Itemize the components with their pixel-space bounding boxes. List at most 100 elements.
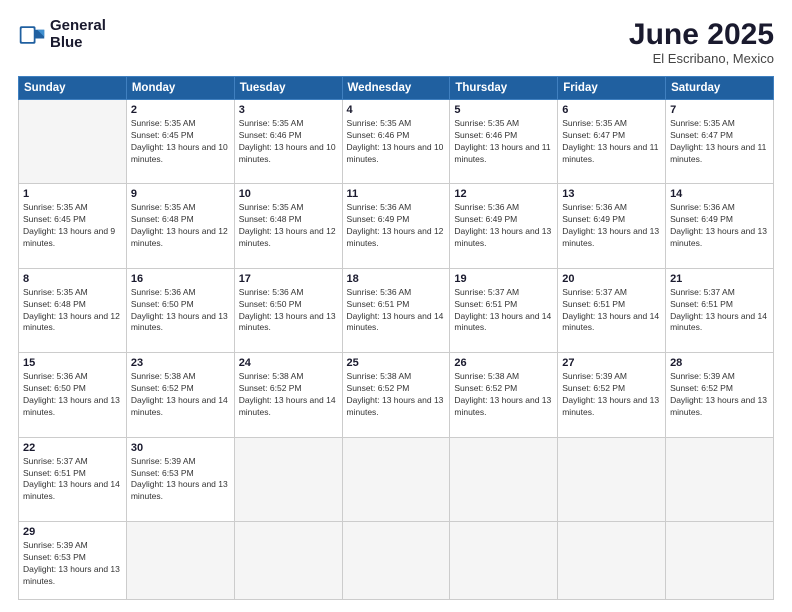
table-row: 25 Sunrise: 5:38 AMSunset: 6:52 PMDayligh… <box>342 353 450 437</box>
day-info: Sunrise: 5:37 AMSunset: 6:51 PMDaylight:… <box>23 456 122 504</box>
day-number: 13 <box>562 188 661 200</box>
day-number: 5 <box>454 104 553 116</box>
day-number: 7 <box>670 104 769 116</box>
day-info: Sunrise: 5:38 AMSunset: 6:52 PMDaylight:… <box>239 371 338 419</box>
table-row <box>234 437 342 521</box>
day-info: Sunrise: 5:36 AMSunset: 6:50 PMDaylight:… <box>239 287 338 335</box>
day-info: Sunrise: 5:38 AMSunset: 6:52 PMDaylight:… <box>454 371 553 419</box>
logo-line2: Blue <box>50 35 106 52</box>
col-thursday: Thursday <box>450 77 558 100</box>
day-number: 6 <box>562 104 661 116</box>
table-row: 11 Sunrise: 5:36 AMSunset: 6:49 PMDayligh… <box>342 184 450 268</box>
col-wednesday: Wednesday <box>342 77 450 100</box>
day-info: Sunrise: 5:35 AMSunset: 6:48 PMDaylight:… <box>131 202 230 250</box>
day-info: Sunrise: 5:36 AMSunset: 6:49 PMDaylight:… <box>454 202 553 250</box>
day-info: Sunrise: 5:37 AMSunset: 6:51 PMDaylight:… <box>562 287 661 335</box>
table-row: 12Sunrise: 5:36 AMSunset: 6:49 PMDayligh… <box>450 184 558 268</box>
day-info: Sunrise: 5:36 AMSunset: 6:49 PMDaylight:… <box>347 202 446 250</box>
day-number: 26 <box>454 357 553 369</box>
day-info: Sunrise: 5:38 AMSunset: 6:52 PMDaylight:… <box>131 371 230 419</box>
day-number: 16 <box>131 273 230 285</box>
col-saturday: Saturday <box>666 77 774 100</box>
day-number: 2 <box>131 104 230 116</box>
calendar-week-row: 8 Sunrise: 5:35 AMSunset: 6:48 PMDaylight… <box>19 268 774 352</box>
table-row <box>342 437 450 521</box>
table-row: 1 Sunrise: 5:35 AMSunset: 6:45 PMDaylight… <box>19 184 127 268</box>
day-info: Sunrise: 5:37 AMSunset: 6:51 PMDaylight:… <box>454 287 553 335</box>
table-row: 27Sunrise: 5:39 AMSunset: 6:52 PMDayligh… <box>558 353 666 437</box>
day-info: Sunrise: 5:35 AMSunset: 6:45 PMDaylight:… <box>23 202 122 250</box>
title-block: June 2025 El Escribano, Mexico <box>629 18 774 66</box>
day-info: Sunrise: 5:35 AMSunset: 6:48 PMDaylight:… <box>239 202 338 250</box>
day-info: Sunrise: 5:37 AMSunset: 6:51 PMDaylight:… <box>670 287 769 335</box>
logo-line1: General <box>50 18 106 35</box>
day-number: 30 <box>131 442 230 454</box>
day-number: 3 <box>239 104 338 116</box>
day-number: 11 <box>347 188 446 200</box>
day-info: Sunrise: 5:35 AMSunset: 6:48 PMDaylight:… <box>23 287 122 335</box>
col-friday: Friday <box>558 77 666 100</box>
calendar-week-row: 15Sunrise: 5:36 AMSunset: 6:50 PMDayligh… <box>19 353 774 437</box>
calendar-table: Sunday Monday Tuesday Wednesday Thursday… <box>18 76 774 600</box>
calendar-week-row: 22 Sunrise: 5:37 AMSunset: 6:51 PMDayligh… <box>19 437 774 521</box>
table-row: 26 Sunrise: 5:38 AMSunset: 6:52 PMDayligh… <box>450 353 558 437</box>
table-row <box>450 522 558 600</box>
day-number: 25 <box>347 357 446 369</box>
day-number: 1 <box>23 188 122 200</box>
table-row: 30 Sunrise: 5:39 AMSunset: 6:53 PMDayligh… <box>126 437 234 521</box>
day-info: Sunrise: 5:39 AMSunset: 6:53 PMDaylight:… <box>131 456 230 504</box>
day-info: Sunrise: 5:39 AMSunset: 6:52 PMDaylight:… <box>670 371 769 419</box>
table-row: 14 Sunrise: 5:36 AMSunset: 6:49 PMDayligh… <box>666 184 774 268</box>
day-number: 22 <box>23 442 122 454</box>
table-row <box>558 437 666 521</box>
logo-text: General Blue <box>50 18 106 51</box>
day-number: 28 <box>670 357 769 369</box>
page: General Blue June 2025 El Escribano, Mex… <box>0 0 792 612</box>
day-number: 19 <box>454 273 553 285</box>
day-number: 8 <box>23 273 122 285</box>
table-row: 9 Sunrise: 5:35 AMSunset: 6:48 PMDaylight… <box>126 184 234 268</box>
table-row <box>126 522 234 600</box>
day-info: Sunrise: 5:35 AMSunset: 6:46 PMDaylight:… <box>347 118 446 166</box>
day-info: Sunrise: 5:36 AMSunset: 6:50 PMDaylight:… <box>131 287 230 335</box>
table-row: 20 Sunrise: 5:37 AMSunset: 6:51 PMDayligh… <box>558 268 666 352</box>
logo: General Blue <box>18 18 106 51</box>
col-tuesday: Tuesday <box>234 77 342 100</box>
day-number: 10 <box>239 188 338 200</box>
month-title: June 2025 <box>629 18 774 51</box>
day-info: Sunrise: 5:35 AMSunset: 6:47 PMDaylight:… <box>670 118 769 166</box>
day-info: Sunrise: 5:35 AMSunset: 6:46 PMDaylight:… <box>454 118 553 166</box>
day-info: Sunrise: 5:38 AMSunset: 6:52 PMDaylight:… <box>347 371 446 419</box>
day-info: Sunrise: 5:36 AMSunset: 6:49 PMDaylight:… <box>670 202 769 250</box>
table-row: 8 Sunrise: 5:35 AMSunset: 6:48 PMDaylight… <box>19 268 127 352</box>
day-number: 20 <box>562 273 661 285</box>
calendar-week-row: 2 Sunrise: 5:35 AMSunset: 6:45 PMDaylight… <box>19 100 774 184</box>
table-row <box>342 522 450 600</box>
calendar-header-row: Sunday Monday Tuesday Wednesday Thursday… <box>19 77 774 100</box>
table-row: 2 Sunrise: 5:35 AMSunset: 6:45 PMDaylight… <box>126 100 234 184</box>
day-number: 27 <box>562 357 661 369</box>
table-row: 23Sunrise: 5:38 AMSunset: 6:52 PMDayligh… <box>126 353 234 437</box>
table-row <box>234 522 342 600</box>
day-info: Sunrise: 5:36 AMSunset: 6:50 PMDaylight:… <box>23 371 122 419</box>
table-row: 18Sunrise: 5:36 AMSunset: 6:51 PMDayligh… <box>342 268 450 352</box>
day-number: 14 <box>670 188 769 200</box>
table-row: 17 Sunrise: 5:36 AMSunset: 6:50 PMDayligh… <box>234 268 342 352</box>
day-info: Sunrise: 5:35 AMSunset: 6:47 PMDaylight:… <box>562 118 661 166</box>
day-number: 17 <box>239 273 338 285</box>
table-row: 3 Sunrise: 5:35 AMSunset: 6:46 PMDaylight… <box>234 100 342 184</box>
table-row: 10 Sunrise: 5:35 AMSunset: 6:48 PMDayligh… <box>234 184 342 268</box>
col-monday: Monday <box>126 77 234 100</box>
day-info: Sunrise: 5:36 AMSunset: 6:51 PMDaylight:… <box>347 287 446 335</box>
day-number: 9 <box>131 188 230 200</box>
table-row <box>666 437 774 521</box>
day-number: 21 <box>670 273 769 285</box>
location: El Escribano, Mexico <box>629 51 774 66</box>
calendar-week-row: 1 Sunrise: 5:35 AMSunset: 6:45 PMDaylight… <box>19 184 774 268</box>
day-info: Sunrise: 5:35 AMSunset: 6:45 PMDaylight:… <box>131 118 230 166</box>
day-number: 4 <box>347 104 446 116</box>
day-info: Sunrise: 5:35 AMSunset: 6:46 PMDaylight:… <box>239 118 338 166</box>
day-info: Sunrise: 5:39 AMSunset: 6:53 PMDaylight:… <box>23 540 122 588</box>
table-row: 28 Sunrise: 5:39 AMSunset: 6:52 PMDayligh… <box>666 353 774 437</box>
table-row: 15Sunrise: 5:36 AMSunset: 6:50 PMDayligh… <box>19 353 127 437</box>
